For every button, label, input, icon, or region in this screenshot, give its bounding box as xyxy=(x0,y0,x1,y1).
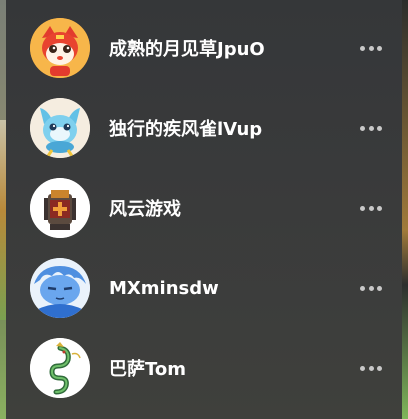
more-options-icon[interactable] xyxy=(360,43,382,53)
more-options-icon[interactable] xyxy=(360,203,382,213)
cartoon-tiger-avatar-icon[interactable] xyxy=(30,18,90,78)
blue-creature-avatar-icon[interactable] xyxy=(30,98,90,158)
more-options-icon[interactable] xyxy=(360,283,382,293)
friend-row[interactable]: 成熟的月见草JpuO xyxy=(6,8,402,88)
friend-name: 成熟的月见草JpuO xyxy=(109,39,265,60)
friend-row[interactable]: 巴萨Tom xyxy=(6,328,402,408)
friend-name: 独行的疾风雀lVup xyxy=(109,119,263,140)
more-options-icon[interactable] xyxy=(360,123,382,133)
friend-name: 巴萨Tom xyxy=(109,359,187,380)
friend-list-panel: 成熟的月见草JpuO 独行的疾风雀lVup 风云游戏 MXminsdw 巴萨To… xyxy=(6,0,402,419)
friend-name: 风云游戏 xyxy=(109,199,181,220)
knight-helmet-avatar-icon[interactable] xyxy=(30,178,90,238)
background-scene-right xyxy=(402,0,408,419)
friend-row[interactable]: 风云游戏 xyxy=(6,168,402,248)
friend-row[interactable]: MXminsdw xyxy=(6,248,402,328)
friend-name: MXminsdw xyxy=(109,277,219,299)
green-dragon-avatar-icon[interactable] xyxy=(30,338,90,398)
friend-row[interactable]: 独行的疾风雀lVup xyxy=(6,88,402,168)
blue-character-avatar-icon[interactable] xyxy=(30,258,90,318)
more-options-icon[interactable] xyxy=(360,363,382,373)
